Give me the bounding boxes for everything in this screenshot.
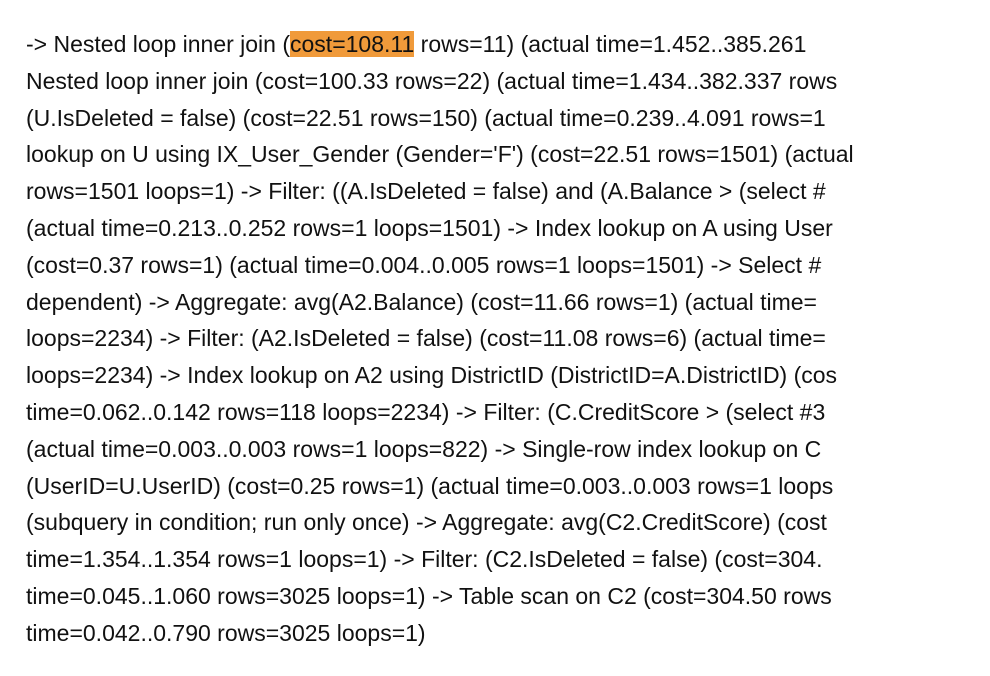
plan-line: time=0.042..0.790 rows=3025 loops=1) <box>26 619 426 646</box>
plan-line: time=0.062..0.142 rows=118 loops=2234) -… <box>26 398 826 425</box>
plan-line: (actual time=0.003..0.003 rows=1 loops=8… <box>26 435 822 462</box>
plan-line: dependent) -> Aggregate: avg(A2.Balance)… <box>26 288 817 315</box>
highlighted-cost: cost=108.11 <box>290 31 415 57</box>
plan-line: (U.IsDeleted = false) (cost=22.51 rows=1… <box>26 104 826 131</box>
plan-line: loops=2234) -> Index lookup on A2 using … <box>26 362 838 389</box>
plan-line: rows=1501 loops=1) -> Filter: ((A.IsDele… <box>26 178 826 205</box>
plan-line: loops=2234) -> Filter: (A2.IsDeleted = f… <box>26 325 826 352</box>
query-plan-text: -> Nested loop inner join (cost=108.11 r… <box>26 26 940 652</box>
plan-line: (cost=0.37 rows=1) (actual time=0.004..0… <box>26 251 822 278</box>
plan-line: time=0.045..1.060 rows=3025 loops=1) -> … <box>26 582 832 609</box>
plan-line: Nested loop inner join (cost=100.33 rows… <box>26 67 838 94</box>
plan-line: (actual time=0.213..0.252 rows=1 loops=1… <box>26 214 833 241</box>
plan-line: time=1.354..1.354 rows=1 loops=1) -> Fil… <box>26 546 823 573</box>
plan-line: lookup on U using IX_User_Gender (Gender… <box>26 141 854 168</box>
plan-line: (UserID=U.UserID) (cost=0.25 rows=1) (ac… <box>26 472 834 499</box>
plan-line: -> Nested loop inner join (cost=108.11 r… <box>26 26 940 63</box>
plan-line-start: -> Nested loop inner join ( <box>26 31 291 57</box>
plan-line-end: rows=11) (actual time=1.452..385.261 <box>414 31 807 57</box>
plan-line: (subquery in condition; run only once) -… <box>26 509 827 536</box>
